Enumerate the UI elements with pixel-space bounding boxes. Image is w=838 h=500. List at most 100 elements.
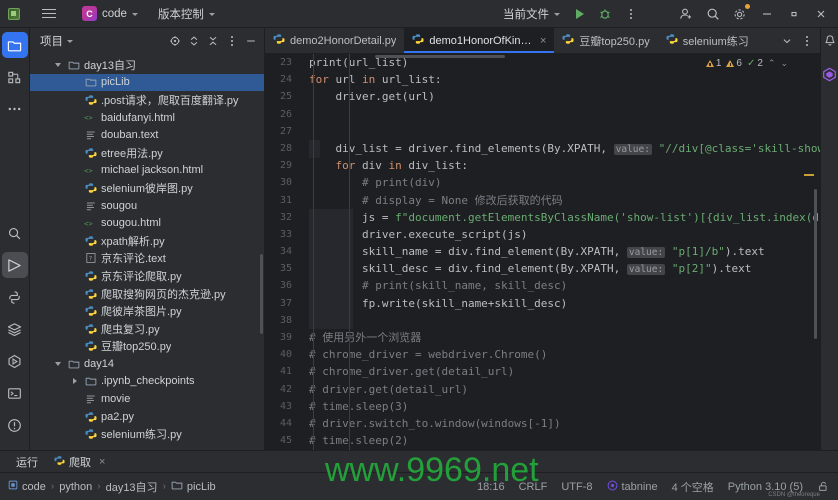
search-icon[interactable] bbox=[700, 0, 726, 28]
breadcrumb-item[interactable]: day13自习 bbox=[106, 479, 158, 495]
tree-item[interactable]: <> sougou.html bbox=[30, 214, 264, 232]
tree-item[interactable]: picLib bbox=[30, 73, 264, 92]
target-icon[interactable] bbox=[166, 32, 184, 50]
close-icon[interactable]: × bbox=[99, 456, 105, 468]
tree-item[interactable]: sougou bbox=[30, 197, 264, 215]
project-selector[interactable]: C code bbox=[78, 4, 142, 23]
tree-item[interactable]: 爬取搜狗网页的杰克逊.py bbox=[30, 285, 264, 303]
tree-item[interactable]: pa2.py bbox=[30, 408, 264, 426]
code-line[interactable]: div_list = driver.find_elements(By.XPATH… bbox=[309, 140, 820, 157]
python-interpreter[interactable]: Python 3.10 (5) bbox=[728, 481, 803, 493]
maximize-icon[interactable] bbox=[781, 0, 807, 28]
ai-cube-icon[interactable] bbox=[822, 67, 837, 87]
run-tab[interactable]: 爬取 × bbox=[48, 454, 111, 470]
editor-tab[interactable]: demo2HonorDetail.py bbox=[265, 28, 404, 53]
code-line[interactable]: skill_name = div.find_element(By.XPATH, … bbox=[309, 243, 820, 260]
code-line[interactable] bbox=[309, 312, 820, 329]
run-configuration-selector[interactable]: 当前文件 bbox=[498, 4, 565, 24]
code-line[interactable]: # time.sleep(3) bbox=[309, 398, 820, 415]
expand-collapse-icon[interactable] bbox=[185, 32, 203, 50]
tree-item[interactable]: .ipynb_checkpoints bbox=[30, 373, 264, 391]
tree-item[interactable]: 京东评论爬取.py bbox=[30, 267, 264, 285]
chevron-down-icon[interactable] bbox=[778, 32, 796, 50]
code-line[interactable]: driver.execute_script(js) bbox=[309, 226, 820, 243]
more-vertical-icon[interactable] bbox=[619, 2, 643, 26]
tree-item[interactable]: 爬彼岸茶图片.py bbox=[30, 302, 264, 320]
bell-icon[interactable] bbox=[823, 34, 837, 53]
chevron-down-icon[interactable] bbox=[53, 60, 63, 70]
code-line[interactable] bbox=[309, 106, 820, 123]
code-line[interactable] bbox=[309, 123, 820, 140]
editor-horizontal-scrollbar-top[interactable] bbox=[375, 55, 505, 58]
code-line[interactable]: for div in div_list: bbox=[309, 157, 820, 174]
sidebar-item-terminal[interactable] bbox=[2, 380, 28, 406]
editor-tab[interactable]: selenium练习 bbox=[658, 28, 757, 53]
code-line[interactable]: # driver.get(detail_url) bbox=[309, 381, 820, 398]
project-tree-scrollbar[interactable] bbox=[260, 254, 263, 334]
sidebar-item-run[interactable] bbox=[1, 252, 28, 278]
ok-count-indicator[interactable]: ✓ 2 bbox=[747, 58, 763, 69]
warning-count-indicator[interactable]: 6 bbox=[726, 58, 742, 69]
more-vertical-icon[interactable] bbox=[798, 32, 816, 50]
breadcrumb-item[interactable]: code bbox=[8, 480, 46, 493]
chevron-up-icon[interactable]: ⌃ bbox=[768, 58, 776, 69]
code-editor[interactable]: 23 24 25 26 27 28 29 30 31 32 33 34 35 36 37 38 39 40 41 42… bbox=[265, 54, 820, 472]
sidebar-item-structure[interactable] bbox=[2, 64, 28, 90]
editor-vertical-scrollbar[interactable] bbox=[814, 189, 817, 339]
tree-item[interactable]: day13自习 bbox=[30, 56, 264, 74]
sidebar-item-search[interactable] bbox=[2, 220, 28, 246]
file-encoding[interactable]: UTF-8 bbox=[561, 481, 592, 493]
code-lines[interactable]: print(url_list) for url in url_list: driv… bbox=[309, 54, 820, 472]
options-icon[interactable] bbox=[223, 32, 241, 50]
code-line[interactable]: # print(skill_name, skill_desc) bbox=[309, 277, 820, 294]
line-separator[interactable]: CRLF bbox=[519, 481, 548, 493]
error-count-indicator[interactable]: 1 bbox=[705, 58, 721, 69]
minimize-icon[interactable] bbox=[754, 0, 780, 28]
caret-position[interactable]: 18:16 bbox=[477, 481, 505, 493]
close-icon[interactable] bbox=[808, 0, 834, 28]
breadcrumb-item[interactable]: picLib bbox=[171, 479, 216, 494]
code-line[interactable]: # display = None 修改后获取的代码 bbox=[309, 192, 820, 209]
tree-item[interactable]: movie bbox=[30, 390, 264, 408]
code-line[interactable]: js = f"document.getElementsByClassName('… bbox=[309, 209, 820, 226]
editor-tab[interactable]: 豆瓣top250.py bbox=[554, 28, 657, 53]
debug-icon[interactable] bbox=[593, 2, 617, 26]
code-line[interactable]: # chrome_driver.get(detail_url) bbox=[309, 363, 820, 380]
sidebar-item-services[interactable] bbox=[2, 348, 28, 374]
code-line[interactable]: for url in url_list: bbox=[309, 71, 820, 88]
chevron-down-icon[interactable]: ⌄ bbox=[780, 58, 788, 69]
indent-setting[interactable]: 4 个空格 bbox=[672, 479, 714, 495]
tree-item[interactable]: selenium练习.py bbox=[30, 425, 264, 443]
tree-item[interactable]: <> michael jackson.html bbox=[30, 162, 264, 180]
code-line[interactable]: # print(div) bbox=[309, 174, 820, 191]
sidebar-item-problems[interactable] bbox=[2, 412, 28, 438]
code-folding-column[interactable] bbox=[299, 54, 309, 472]
chevron-down-icon[interactable] bbox=[67, 40, 73, 43]
code-line[interactable]: # 使用另外一个浏览器 bbox=[309, 329, 820, 346]
tree-item[interactable]: 豆瓣top250.py bbox=[30, 338, 264, 356]
tabnine-plugin[interactable]: tabnine bbox=[607, 480, 658, 494]
tree-item[interactable]: ? 京东评论.text bbox=[30, 250, 264, 268]
code-line[interactable]: # chrome_driver = webdriver.Chrome() bbox=[309, 346, 820, 363]
tree-item[interactable]: etree用法.py bbox=[30, 144, 264, 162]
tree-item[interactable]: selenium彼岸图.py bbox=[30, 179, 264, 197]
tree-item[interactable]: 爬虫复习.py bbox=[30, 320, 264, 338]
editor-tab[interactable]: demo1HonorOfKing.py × bbox=[404, 28, 555, 53]
code-line[interactable]: driver.get(url) bbox=[309, 88, 820, 105]
version-control-selector[interactable]: 版本控制 bbox=[158, 6, 215, 22]
hide-icon[interactable] bbox=[242, 32, 260, 50]
tree-item[interactable]: douban.text bbox=[30, 126, 264, 144]
collapse-all-icon[interactable] bbox=[204, 32, 222, 50]
breadcrumb-item[interactable]: python bbox=[59, 481, 92, 493]
settings-icon[interactable] bbox=[727, 0, 753, 28]
run-icon[interactable] bbox=[567, 2, 591, 26]
sidebar-item-project[interactable] bbox=[1, 32, 28, 58]
tree-item[interactable]: day14 bbox=[30, 355, 264, 373]
code-line[interactable]: # time.sleep(2) bbox=[309, 432, 820, 449]
close-icon[interactable]: × bbox=[540, 35, 546, 47]
sidebar-item-more[interactable] bbox=[2, 96, 28, 122]
code-line[interactable]: # driver.switch_to.window(windows[-1]) bbox=[309, 415, 820, 432]
chevron-down-icon[interactable] bbox=[53, 359, 63, 369]
sidebar-item-database[interactable] bbox=[2, 316, 28, 342]
chevron-right-icon[interactable] bbox=[70, 376, 80, 386]
